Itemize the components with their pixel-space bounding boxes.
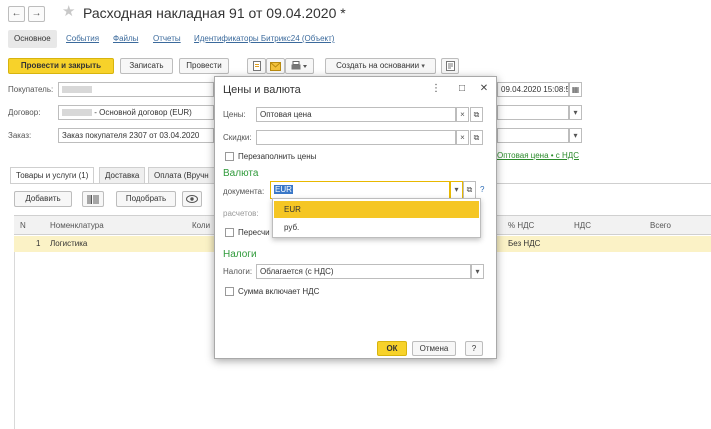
taxes-section-title: Налоги <box>223 249 257 260</box>
eye-icon[interactable] <box>182 191 202 207</box>
settlement-currency-label: расчетов: <box>223 209 259 218</box>
forward-button[interactable]: → <box>28 6 45 22</box>
clear-icon[interactable]: × <box>456 130 469 145</box>
column-nomenclature[interactable]: Номенклатура <box>50 221 104 230</box>
chevron-down-icon: ▾ <box>421 63 425 70</box>
order-label: Заказ: <box>8 131 32 140</box>
contract-label: Договор: <box>8 108 41 117</box>
row-nomenclature: Логистика <box>50 239 88 248</box>
dialog-title: Цены и валюта <box>223 84 301 96</box>
recalc-label: Пересчи <box>238 228 270 237</box>
barcode-icon[interactable] <box>82 191 104 207</box>
pick-button[interactable]: Подобрать <box>116 191 176 207</box>
buyer-label: Покупатель: <box>8 85 54 94</box>
discounts-field[interactable] <box>256 130 456 145</box>
dropdown-option-eur[interactable]: EUR <box>274 201 479 218</box>
discounts-label: Скидки: <box>223 133 252 142</box>
tab-events[interactable]: События <box>66 30 99 48</box>
doc-currency-field[interactable]: EUR <box>270 181 450 199</box>
currency-section-title: Валюта <box>223 168 259 179</box>
taxes-label: Налоги: <box>223 267 253 276</box>
help-button[interactable]: ? <box>465 341 483 356</box>
column-total[interactable]: Всего <box>650 221 671 230</box>
document-icon[interactable] <box>247 58 266 74</box>
column-n[interactable]: N <box>20 221 26 230</box>
open-icon[interactable]: ⧉ <box>470 107 483 122</box>
help-icon[interactable]: ? <box>480 185 484 194</box>
maximize-icon[interactable]: □ <box>455 82 469 96</box>
favorite-star-icon[interactable]: ★ <box>62 4 75 20</box>
more-icon[interactable]: ⋮ <box>429 82 443 96</box>
right-field-1[interactable] <box>497 105 569 120</box>
taxes-field[interactable]: Облагается (с НДС) <box>256 264 471 279</box>
buyer-field[interactable] <box>58 82 214 97</box>
create-based-on-label: Создать на основании <box>336 61 420 70</box>
recalc-checkbox[interactable] <box>225 228 234 237</box>
tab-files[interactable]: Файлы <box>113 30 138 48</box>
row-vat-rate: Без НДС <box>508 239 541 248</box>
calendar-icon[interactable]: ▦ <box>569 82 582 97</box>
chevron-down-icon[interactable]: ▾ <box>471 264 484 279</box>
report-icon[interactable] <box>441 58 459 74</box>
page-title: Расходная накладная 91 от 09.04.2020 * <box>83 5 346 21</box>
tab-reports[interactable]: Отчеты <box>153 30 181 48</box>
contract-blurred-value <box>62 109 92 117</box>
prices-field[interactable]: Оптовая цена <box>256 107 456 122</box>
open-icon[interactable]: ⧉ <box>470 130 483 145</box>
date-field[interactable]: 09.04.2020 15:08:58 <box>497 82 569 97</box>
contract-value: - Основной договор (EUR) <box>94 108 192 117</box>
subtab-payment[interactable]: Оплата (Вручн <box>148 167 215 183</box>
dropdown-option-rub[interactable]: руб. <box>274 219 479 236</box>
buyer-blurred-value <box>62 86 92 93</box>
refill-prices-label: Перезаполнить цены <box>238 152 317 161</box>
doc-currency-label: документа: <box>223 187 265 196</box>
save-button[interactable]: Записать <box>120 58 173 74</box>
add-row-button[interactable]: Добавить <box>14 191 72 207</box>
tab-bitrix-ids[interactable]: Идентификаторы Битрикс24 (Объект) <box>194 30 334 48</box>
email-icon[interactable] <box>266 58 285 74</box>
chevron-down-icon[interactable]: ▾ <box>569 105 582 120</box>
chevron-down-icon[interactable]: ▾ <box>450 181 463 199</box>
contract-field[interactable]: - Основной договор (EUR) <box>58 105 214 120</box>
ok-button[interactable]: ОК <box>377 341 407 356</box>
order-field[interactable]: Заказ покупателя 2307 от 03.04.2020 <box>58 128 214 143</box>
price-type-link[interactable]: Оптовая цена • с НДС <box>497 151 579 160</box>
right-field-2[interactable] <box>497 128 569 143</box>
clear-icon[interactable]: × <box>456 107 469 122</box>
row-number: 1 <box>36 239 41 248</box>
post-button[interactable]: Провести <box>179 58 229 74</box>
close-icon[interactable]: ✕ <box>477 82 491 96</box>
chevron-down-icon[interactable]: ▾ <box>569 128 582 143</box>
post-and-close-button[interactable]: Провести и закрыть <box>8 58 114 74</box>
create-based-on-button[interactable]: Создать на основании ▾ <box>325 58 436 74</box>
print-icon[interactable] <box>285 58 314 74</box>
back-button[interactable]: ← <box>8 6 25 22</box>
tab-main[interactable]: Основное <box>8 30 57 48</box>
currency-dropdown-list: EUR руб. <box>272 198 481 238</box>
vat-included-checkbox[interactable] <box>225 287 234 296</box>
doc-currency-value: EUR <box>274 185 293 194</box>
open-icon[interactable]: ⧉ <box>463 181 476 199</box>
prices-label: Цены: <box>223 110 246 119</box>
column-vat[interactable]: НДС <box>574 221 591 230</box>
vat-included-label: Сумма включает НДС <box>238 287 320 296</box>
column-vat-rate[interactable]: % НДС <box>508 221 534 230</box>
subtab-delivery[interactable]: Доставка <box>99 167 146 183</box>
refill-prices-checkbox[interactable] <box>225 152 234 161</box>
subtab-goods[interactable]: Товары и услуги (1) <box>10 167 95 183</box>
cancel-button[interactable]: Отмена <box>412 341 456 356</box>
column-quantity[interactable]: Коли <box>192 221 210 230</box>
